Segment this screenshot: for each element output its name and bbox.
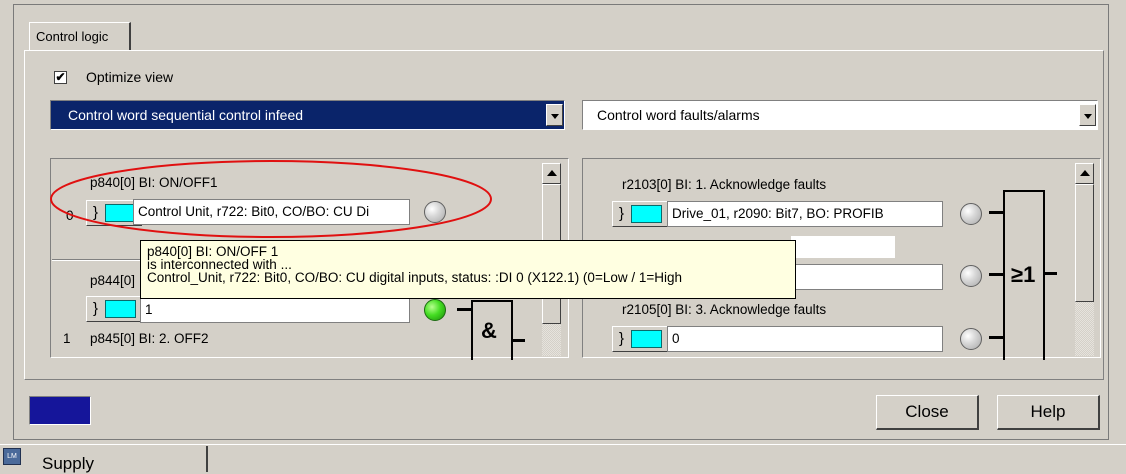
- annotation-ellipse: [50, 160, 492, 238]
- status-led-icon: [960, 265, 982, 287]
- bracket-icon: }: [619, 330, 625, 347]
- and-gate-symbol: &: [481, 318, 497, 343]
- bracket-icon: }: [93, 300, 99, 317]
- taskbar-item-supply[interactable]: Supply: [28, 446, 208, 473]
- app-icon-label: LM: [7, 453, 17, 460]
- faults-alarms-dropdown[interactable]: Control word faults/alarms: [582, 100, 1098, 130]
- scroll-thumb[interactable]: [1075, 184, 1094, 302]
- param-label: r2105[0] BI: 3. Acknowledge faults: [622, 302, 827, 317]
- scroll-up-icon[interactable]: [1075, 163, 1094, 184]
- taskbar: LM Supply: [0, 444, 1126, 473]
- scroll-track[interactable]: [542, 324, 561, 356]
- or-gate-symbol: ≥1: [1011, 262, 1036, 287]
- chevron-down-icon[interactable]: [546, 104, 563, 126]
- row-index: 1: [63, 331, 71, 346]
- dropdown-value: Control word faults/alarms: [597, 107, 760, 123]
- gate-output: [513, 339, 525, 342]
- check-mark-icon: ✔: [55, 70, 66, 84]
- connect-button[interactable]: }: [612, 326, 668, 352]
- interconnection-tooltip: p840[0] BI: ON/OFF 1 is interconnected w…: [140, 240, 796, 299]
- scroll-track[interactable]: [1075, 302, 1094, 356]
- gate-connector: [989, 211, 1003, 214]
- close-button[interactable]: Close: [876, 395, 979, 430]
- param-label: p845[0] BI: 2. OFF2: [90, 331, 209, 346]
- source-field[interactable]: [790, 264, 943, 290]
- help-button[interactable]: Help: [997, 395, 1100, 430]
- param-label: p844[0]: [90, 273, 136, 288]
- gate-connector: [457, 308, 471, 311]
- status-led-icon: [424, 299, 446, 321]
- chevron-down-icon[interactable]: [1079, 104, 1096, 126]
- gate-output: [1045, 272, 1057, 275]
- bracket-icon: }: [619, 205, 625, 222]
- gate-connector: [989, 336, 1003, 339]
- optimize-view-checkbox[interactable]: ✔: [54, 71, 67, 84]
- optimize-view-label: Optimize view: [86, 69, 174, 85]
- gate-connector: [989, 273, 1003, 276]
- source-field[interactable]: [790, 235, 896, 259]
- app-icon[interactable]: LM: [3, 448, 21, 465]
- status-color-swatch: [29, 396, 91, 425]
- source-field[interactable]: 1: [140, 297, 410, 323]
- status-led-icon: [960, 328, 982, 350]
- right-scrollbar[interactable]: [1075, 163, 1094, 356]
- taskbar-item-label: Supply: [42, 454, 94, 473]
- highlight-ellipse: [50, 160, 492, 238]
- scroll-up-icon[interactable]: [542, 163, 561, 184]
- connect-button[interactable]: }: [86, 296, 142, 322]
- source-field[interactable]: Drive_01, r2090: Bit7, BO: PROFIB: [667, 201, 943, 227]
- source-field[interactable]: 0: [667, 326, 943, 352]
- status-led-icon: [960, 203, 982, 225]
- tooltip-line: Control_Unit, r722: Bit0, CO/BO: CU digi…: [147, 270, 682, 285]
- connect-button[interactable]: }: [612, 201, 668, 227]
- tab-label: Control logic: [36, 29, 109, 44]
- param-label: r2103[0] BI: 1. Acknowledge faults: [622, 177, 827, 192]
- sequential-control-dropdown[interactable]: Control word sequential control infeed: [50, 100, 565, 130]
- dropdown-value: Control word sequential control infeed: [68, 107, 304, 123]
- tab-control-logic[interactable]: Control logic: [29, 22, 131, 50]
